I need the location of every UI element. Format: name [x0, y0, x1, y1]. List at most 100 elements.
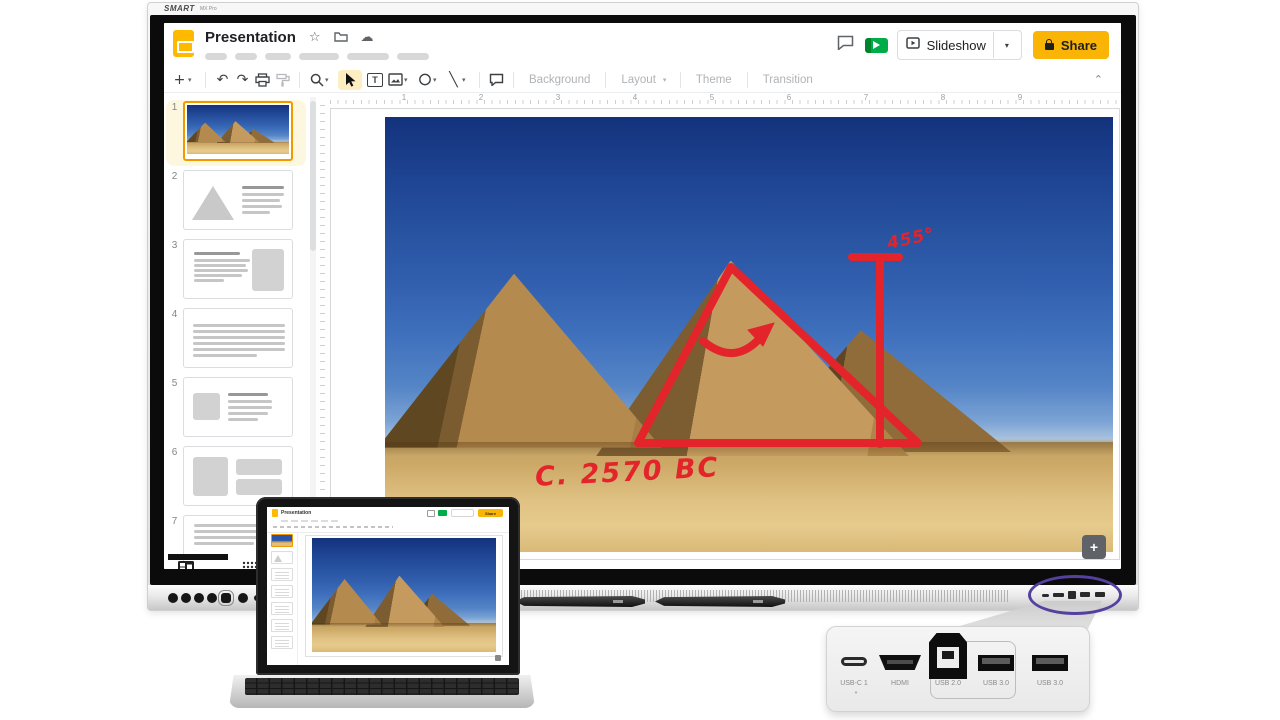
stylus-pen-right [655, 596, 785, 607]
tray-button-4 [207, 593, 217, 603]
laptop-meet-icon [438, 510, 447, 516]
tray-button-3 [194, 593, 204, 603]
explore-button[interactable]: + [1082, 535, 1106, 559]
laptop-screen: Presentation Share [256, 497, 520, 675]
laptop-thumb-1[interactable] [271, 534, 293, 547]
slides-toolbar: + ▾ ↶ ↷ ▾ [164, 67, 1121, 93]
laptop-explore-button [495, 655, 501, 661]
port-label-usb3b: USB 3.0 [1022, 680, 1078, 687]
laptop-thumb-7[interactable] [271, 636, 293, 649]
smart-model-label: MX Pro [200, 6, 217, 12]
line-tool-icon[interactable]: ╲ [446, 71, 461, 89]
smart-logo: SMART [164, 4, 195, 13]
new-slide-icon[interactable]: + [172, 71, 187, 89]
slide-thumbnail-3[interactable]: 3 [166, 238, 306, 304]
laptop-doc-title: Presentation [281, 510, 311, 516]
port-label-usb3a: USB 3.0 [968, 680, 1024, 687]
slide1-photo [187, 105, 289, 154]
laptop-filmstrip [267, 532, 298, 665]
laptop-slideshow-button[interactable] [451, 509, 474, 517]
slideshow-icon [906, 36, 920, 54]
laptop-menu-placeholder [281, 520, 339, 522]
image-caret-icon[interactable]: ▾ [404, 76, 412, 84]
slides-logo-icon [173, 30, 194, 57]
line-caret-icon[interactable]: ▾ [462, 76, 470, 84]
grid-view-icon[interactable] [242, 560, 257, 569]
laptop-slides-logo-icon [272, 509, 278, 517]
zoom-icon[interactable] [309, 71, 324, 89]
paint-format-icon[interactable] [275, 71, 290, 89]
laptop-comment-icon [427, 510, 435, 517]
usbc-port [841, 657, 867, 666]
usbc-footnote: * [851, 691, 861, 698]
menu-layout[interactable]: Layout [615, 74, 662, 86]
slides-header: Presentation ☆ ☁ [164, 23, 1121, 67]
tray-button-2 [181, 593, 191, 603]
slideshow-button[interactable]: Slideshow ▾ [897, 30, 1022, 60]
doc-title-area: Presentation ☆ ☁ [205, 29, 429, 60]
laptop-pyramids-photo [312, 538, 496, 652]
star-icon[interactable]: ☆ [309, 31, 321, 44]
slide-thumbnail-5[interactable]: 5 [166, 376, 306, 442]
board-screen: Presentation ☆ ☁ [164, 23, 1121, 569]
menu-theme[interactable]: Theme [690, 74, 738, 86]
slide-thumbnail-1[interactable]: 1 [166, 100, 306, 166]
filmstrip-view-icon[interactable] [178, 560, 194, 569]
laptop-share-button[interactable]: Share [478, 509, 503, 517]
tray-home-button [221, 593, 231, 603]
laptop-thumb-4[interactable] [271, 585, 293, 598]
redo-icon[interactable]: ↷ [235, 71, 250, 89]
laptop-toolbar [267, 523, 509, 533]
laptop-keyboard [245, 678, 519, 695]
slide-thumbnail-2[interactable]: 2 [166, 169, 306, 235]
layout-caret-icon[interactable]: ▾ [663, 76, 671, 84]
cloud-status-icon: ☁ [361, 31, 374, 44]
product-screenshot: SMART MX Pro Presentation ☆ ☁ [0, 0, 1280, 720]
shape-tool-icon[interactable] [417, 71, 432, 89]
lock-icon [1045, 43, 1054, 50]
new-slide-caret-icon[interactable]: ▾ [188, 76, 196, 84]
usba-port-2 [1032, 655, 1068, 671]
menu-bar-placeholder [205, 53, 429, 60]
laptop-thumb-3[interactable] [271, 568, 293, 581]
comment-history-icon[interactable] [837, 35, 854, 55]
add-comment-icon[interactable] [489, 71, 504, 89]
cursor-icon [345, 73, 356, 87]
slideshow-caret-icon[interactable]: ▾ [1001, 41, 1013, 50]
ports-callout-panel: USB-C 1 HDMI USB 2.0 USB 3.0 USB 3.0 * [826, 626, 1090, 712]
text-box-tool[interactable]: T [367, 73, 383, 87]
tray-button-6 [238, 593, 248, 603]
ink-annotations [385, 117, 1113, 552]
move-folder-icon[interactable] [334, 31, 348, 45]
laptop-thumb-2[interactable] [271, 551, 293, 564]
tray-button-1 [168, 593, 178, 603]
screen-bottom-bar [168, 554, 228, 560]
hdmi-port [879, 655, 921, 670]
ports-highlight-ellipse [1028, 575, 1122, 615]
laptop-thumb-6[interactable] [271, 619, 293, 632]
select-tool[interactable] [338, 70, 362, 90]
shape-caret-icon[interactable]: ▾ [433, 76, 441, 84]
stylus-pen-left [515, 596, 645, 607]
doc-title[interactable]: Presentation [205, 29, 296, 46]
laptop-base [229, 675, 535, 708]
menu-background[interactable]: Background [523, 74, 596, 86]
slide-thumbnail-4[interactable]: 4 [166, 307, 306, 373]
laptop-thumb-5[interactable] [271, 602, 293, 615]
board-top-frame: SMART MX Pro [148, 3, 1138, 15]
meet-button[interactable]: ▾ [865, 38, 886, 53]
zoom-caret-icon[interactable]: ▾ [325, 76, 333, 84]
share-button[interactable]: Share [1033, 31, 1109, 59]
collapse-toolbar-icon[interactable]: ⌃ [1094, 73, 1103, 86]
usba-port-1 [978, 655, 1014, 671]
slideshow-label: Slideshow [927, 38, 986, 53]
meet-icon [865, 38, 888, 53]
print-icon[interactable] [255, 71, 270, 89]
horizontal-ruler: 1 2 3 4 5 6 7 8 9 [330, 93, 1120, 105]
undo-icon[interactable]: ↶ [215, 71, 230, 89]
insert-image-icon[interactable] [388, 71, 403, 89]
menu-transition[interactable]: Transition [757, 74, 819, 86]
share-label: Share [1061, 38, 1097, 53]
pyramids-photo[interactable]: 455° C. 2570 BC [385, 117, 1113, 552]
usbb-port [929, 633, 967, 679]
